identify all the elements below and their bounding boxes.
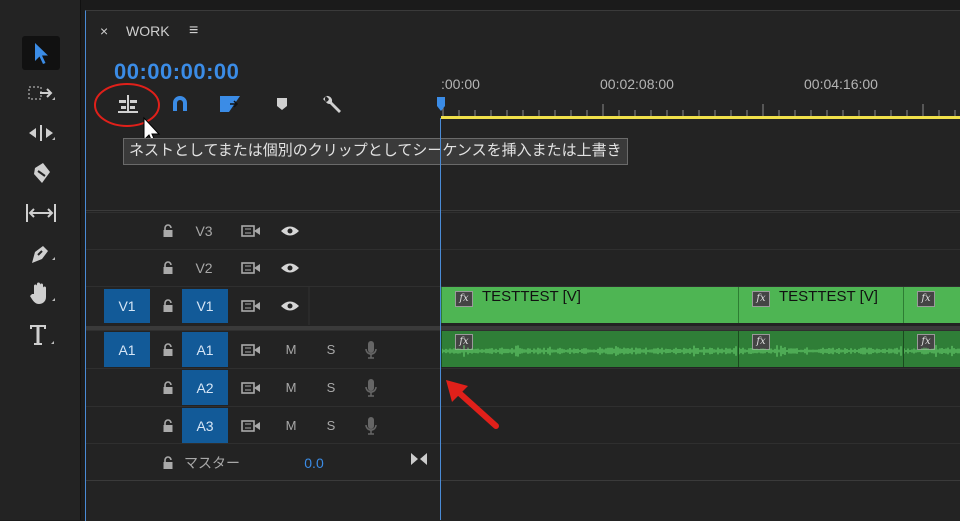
track-row-master: マスター 0.0 bbox=[86, 443, 960, 481]
microphone-icon[interactable] bbox=[358, 369, 384, 406]
sync-lock-icon[interactable] bbox=[232, 331, 270, 368]
snap-magnet-icon bbox=[173, 96, 187, 111]
pen-icon bbox=[32, 246, 55, 263]
microphone-icon[interactable] bbox=[358, 331, 384, 368]
slip-tool[interactable] bbox=[22, 196, 60, 230]
waveform-path bbox=[442, 345, 737, 357]
sync-lock-icon[interactable] bbox=[232, 250, 270, 286]
hand-tool[interactable] bbox=[22, 276, 60, 310]
panel-tab-bar: × WORK ≡ bbox=[86, 11, 960, 51]
track-target-a2[interactable]: A2 bbox=[182, 370, 228, 405]
solo-button[interactable]: S bbox=[318, 369, 344, 406]
go-to-in-out-icon[interactable] bbox=[406, 444, 432, 474]
audio-waveform bbox=[442, 345, 737, 357]
sync-lock-icon[interactable] bbox=[232, 287, 270, 325]
add-marker-button[interactable] bbox=[267, 90, 297, 118]
fx-badge: fx bbox=[455, 291, 473, 307]
lock-icon[interactable] bbox=[154, 369, 182, 406]
mute-button[interactable]: M bbox=[278, 407, 304, 444]
lock-icon[interactable] bbox=[154, 444, 182, 481]
source-patch-v1[interactable]: V1 bbox=[104, 289, 150, 323]
add-marker-icon bbox=[277, 98, 287, 110]
selection-icon bbox=[35, 43, 48, 64]
track-select-tool[interactable] bbox=[22, 76, 60, 110]
ruler-label-2: 00:04:16:00 bbox=[804, 76, 878, 92]
source-patch-a1[interactable]: A1 bbox=[104, 332, 150, 367]
fx-badge: fx bbox=[917, 291, 935, 307]
timeline-settings-button[interactable] bbox=[317, 90, 347, 118]
hand-icon bbox=[30, 282, 55, 304]
audio-clip[interactable]: fx bbox=[738, 331, 903, 367]
video-clip[interactable]: fx bbox=[903, 287, 960, 323]
panel-menu-button[interactable]: ≡ bbox=[189, 22, 198, 40]
close-tab-button[interactable]: × bbox=[100, 23, 108, 39]
track-row-v3: V3 bbox=[86, 212, 960, 249]
header-divider bbox=[308, 287, 310, 325]
razor-icon bbox=[34, 163, 50, 183]
lock-icon[interactable] bbox=[154, 213, 182, 249]
type-tool[interactable] bbox=[22, 318, 60, 352]
audio-waveform bbox=[904, 345, 960, 357]
track-name-v3[interactable]: V3 bbox=[182, 213, 226, 249]
lock-icon[interactable] bbox=[154, 331, 182, 368]
clip-name: TESTTEST [V] bbox=[779, 288, 878, 305]
linked-selection-button[interactable] bbox=[215, 90, 245, 118]
annotation-arrow bbox=[446, 380, 499, 429]
track-area-top-border bbox=[86, 210, 960, 211]
track-row-v2: V2 bbox=[86, 249, 960, 286]
eye-icon[interactable] bbox=[272, 250, 308, 286]
solo-button[interactable]: S bbox=[318, 407, 344, 444]
ripple-edit-tool[interactable] bbox=[22, 116, 60, 150]
tooltip: ネストとしてまたは個別のクリップとしてシーケンスを挿入または上書き bbox=[123, 138, 628, 165]
waveform-path bbox=[904, 345, 960, 357]
ruler-label-1: 00:02:08:00 bbox=[600, 76, 674, 92]
ripple-edit-icon bbox=[29, 125, 55, 141]
eye-icon[interactable] bbox=[272, 287, 308, 325]
sequence-tab-title[interactable]: WORK bbox=[126, 23, 170, 39]
waveform-path bbox=[739, 345, 902, 357]
linked-selection-icon bbox=[220, 96, 240, 112]
playhead-handle[interactable] bbox=[436, 96, 446, 112]
track-target-a1[interactable]: A1 bbox=[182, 332, 228, 367]
selection-tool[interactable] bbox=[22, 36, 60, 70]
snap-button[interactable] bbox=[165, 90, 195, 118]
wrench-icon bbox=[323, 95, 341, 113]
track-row-a3: A3 M S bbox=[86, 406, 960, 444]
track-select-icon bbox=[28, 86, 55, 100]
type-icon bbox=[30, 325, 54, 345]
audio-waveform bbox=[739, 345, 902, 357]
solo-button[interactable]: S bbox=[318, 331, 344, 368]
tools-panel bbox=[0, 0, 81, 520]
sync-lock-icon[interactable] bbox=[232, 213, 270, 249]
ruler-label-0: :00:00 bbox=[441, 76, 480, 92]
sync-lock-icon[interactable] bbox=[232, 369, 270, 406]
eye-icon[interactable] bbox=[272, 213, 308, 249]
time-ruler[interactable]: :00:00 00:02:08:00 00:04:16:00 bbox=[441, 60, 960, 120]
lock-icon[interactable] bbox=[154, 407, 182, 444]
clip-name: TESTTEST [V] bbox=[482, 288, 581, 305]
pen-tool[interactable] bbox=[22, 236, 60, 270]
track-target-a3[interactable]: A3 bbox=[182, 408, 228, 443]
track-target-v1[interactable]: V1 bbox=[182, 289, 228, 323]
slip-icon bbox=[26, 204, 56, 222]
track-row-a2: A2 M S bbox=[86, 368, 960, 406]
audio-clip[interactable]: fx bbox=[441, 331, 738, 367]
sync-lock-icon[interactable] bbox=[232, 407, 270, 444]
track-name-v2[interactable]: V2 bbox=[182, 250, 226, 286]
fx-badge: fx bbox=[752, 291, 770, 307]
master-track-label: マスター bbox=[184, 454, 240, 471]
microphone-icon[interactable] bbox=[358, 407, 384, 444]
video-clip[interactable]: fx TESTTEST [V] bbox=[441, 287, 738, 323]
mute-button[interactable]: M bbox=[278, 331, 304, 368]
master-volume-value[interactable]: 0.0 bbox=[296, 444, 332, 481]
video-clip[interactable]: fx TESTTEST [V] bbox=[738, 287, 903, 323]
mute-button[interactable]: M bbox=[278, 369, 304, 406]
work-area-bar[interactable] bbox=[441, 116, 960, 119]
lock-icon[interactable] bbox=[154, 287, 182, 325]
razor-tool[interactable] bbox=[22, 156, 60, 190]
lock-icon[interactable] bbox=[154, 250, 182, 286]
audio-clip[interactable]: fx bbox=[903, 331, 960, 367]
